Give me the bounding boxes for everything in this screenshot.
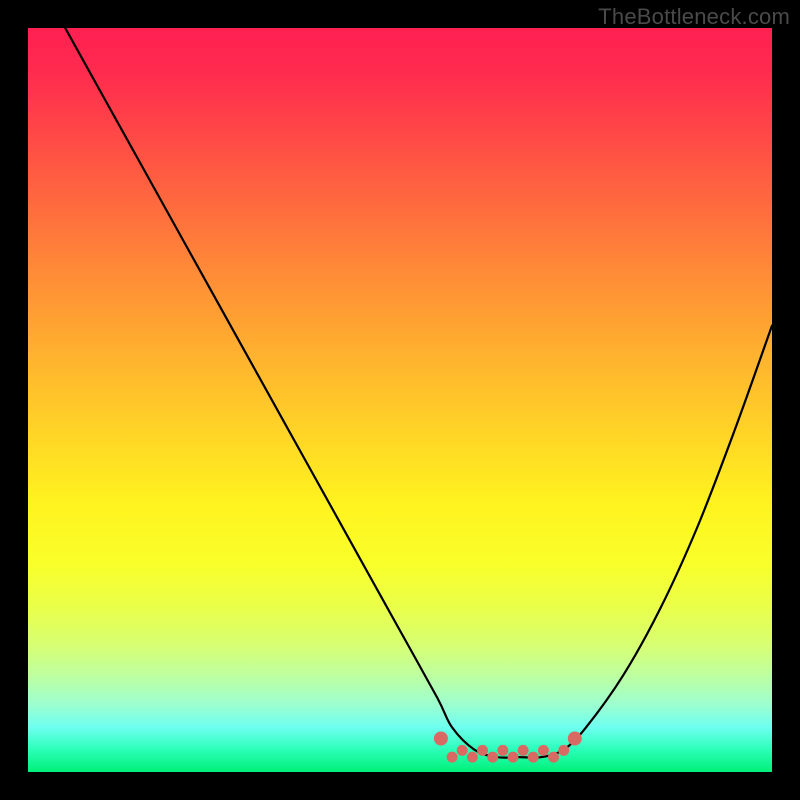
valley-dot xyxy=(518,745,529,756)
valley-dot-end xyxy=(434,732,448,746)
valley-dot xyxy=(487,752,498,763)
valley-dot xyxy=(528,752,539,763)
valley-dot xyxy=(497,745,508,756)
valley-dot xyxy=(508,752,519,763)
valley-dot xyxy=(558,745,569,756)
valley-dot xyxy=(447,752,458,763)
plot-area xyxy=(28,28,772,772)
curve-layer xyxy=(28,28,772,772)
valley-dot xyxy=(467,752,478,763)
bottleneck-curve xyxy=(65,28,772,758)
valley-dot xyxy=(477,745,488,756)
valley-dot-end xyxy=(568,732,582,746)
chart-frame: TheBottleneck.com xyxy=(0,0,800,800)
valley-dot xyxy=(548,752,559,763)
valley-dot xyxy=(457,745,468,756)
watermark-text: TheBottleneck.com xyxy=(598,4,790,30)
valley-marker-dots xyxy=(434,732,582,763)
valley-dot xyxy=(538,745,549,756)
